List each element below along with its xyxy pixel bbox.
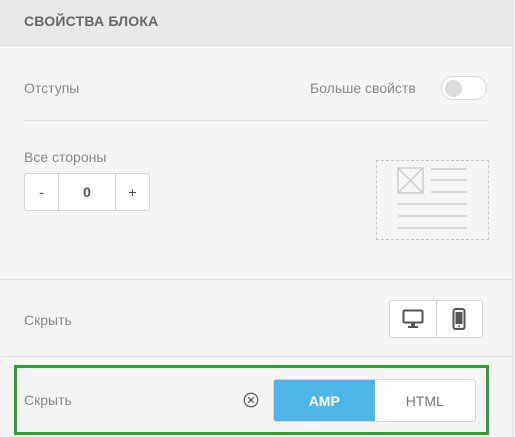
all-sides-label: Все стороны [24, 149, 107, 165]
section-divider [0, 279, 512, 280]
mobile-icon [452, 308, 466, 330]
hide-devices-label: Скрыть [24, 312, 72, 328]
device-toggle-group [389, 300, 483, 338]
hide-format-label: Скрыть [24, 392, 72, 408]
html-option[interactable]: HTML [375, 380, 476, 421]
hide-mobile-button[interactable] [435, 301, 483, 337]
panel-header: СВОЙСТВА БЛОКА [0, 0, 512, 46]
padding-value[interactable]: 0 [58, 174, 116, 210]
padding-stepper: - 0 + [24, 173, 150, 211]
panel-title: СВОЙСТВА БЛОКА [24, 13, 159, 29]
format-segmented-control: AMP HTML [273, 379, 476, 422]
increment-button[interactable]: + [116, 174, 149, 210]
padding-label: Отступы [24, 80, 80, 96]
section-divider [0, 356, 512, 357]
decrement-button[interactable]: - [25, 174, 58, 210]
amp-option[interactable]: AMP [274, 380, 375, 421]
more-properties-toggle[interactable] [441, 76, 487, 100]
more-properties-label: Больше свойств [310, 80, 416, 96]
block-properties-panel: СВОЙСТВА БЛОКА Отступы Больше свойств Вс… [0, 0, 513, 437]
divider [24, 120, 488, 121]
toggle-knob [445, 80, 462, 97]
block-layout-icon [397, 167, 467, 229]
clear-icon[interactable] [243, 392, 259, 408]
block-preview [376, 160, 489, 240]
hide-desktop-button[interactable] [390, 301, 436, 337]
desktop-icon [402, 309, 424, 328]
